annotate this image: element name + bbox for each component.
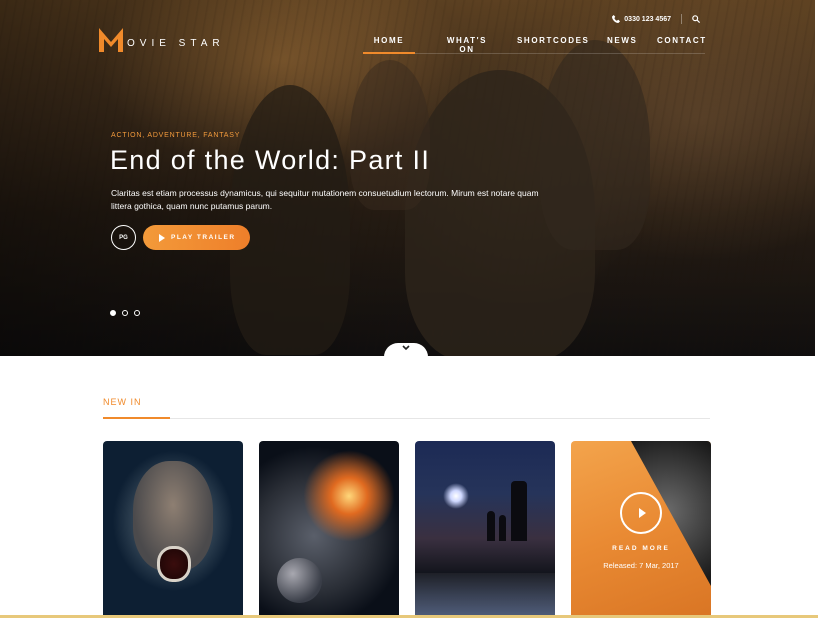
- nav-item-news[interactable]: NEWS: [607, 34, 636, 53]
- movie-card-featured[interactable]: READ MORE Released: 7 Mar, 2017: [571, 441, 711, 618]
- hero-genres[interactable]: ACTION, ADVENTURE, FANTASY: [111, 132, 240, 139]
- rating-badge: PG: [111, 225, 136, 250]
- movie-card-3[interactable]: [415, 441, 555, 618]
- poster-figure-image: [499, 515, 506, 541]
- release-date: Released: 7 Mar, 2017: [603, 561, 679, 570]
- scroll-down-button[interactable]: [384, 343, 428, 357]
- chevron-down-icon: [402, 345, 410, 351]
- play-icon: [159, 233, 165, 242]
- read-more-link[interactable]: READ MORE: [571, 545, 711, 552]
- poster-figure-image: [511, 481, 527, 541]
- brand-name: OVIE STAR: [127, 37, 225, 49]
- search-icon[interactable]: [692, 15, 700, 23]
- play-button[interactable]: [620, 492, 662, 534]
- brand-logo[interactable]: OVIE STAR: [97, 26, 225, 52]
- hero-figure: [230, 85, 350, 355]
- slider-dot-2[interactable]: [122, 310, 128, 316]
- slider-pagination: [110, 310, 146, 316]
- slider-dot-3[interactable]: [134, 310, 140, 316]
- play-trailer-button[interactable]: PLAY TRAILER: [143, 225, 250, 250]
- poster-reflection-image: [415, 573, 555, 618]
- poster-light-image: [443, 483, 469, 509]
- hero-synopsis: Claritas est etiam processus dynamicus, …: [111, 188, 539, 211]
- poster-figure-image: [487, 511, 495, 541]
- logo-mark-icon: [99, 28, 123, 52]
- play-icon: [639, 508, 646, 518]
- topbar-divider: [681, 14, 682, 24]
- hero-title: End of the World: Part II: [110, 145, 431, 175]
- movie-card-1[interactable]: [103, 441, 243, 618]
- hero-figure: [540, 40, 650, 250]
- poster-planet-image: [277, 558, 322, 603]
- phone-number[interactable]: 0330 123 4567: [624, 16, 671, 23]
- nav-item-home[interactable]: HOME: [363, 34, 415, 54]
- phone-icon: [612, 15, 621, 23]
- slider-dot-1[interactable]: [110, 310, 116, 316]
- section-divider: [103, 418, 710, 419]
- poster-mouth-image: [157, 546, 191, 582]
- movie-card-2[interactable]: [259, 441, 399, 618]
- nav-item-shortcodes[interactable]: SHORTCODES: [517, 34, 588, 53]
- play-trailer-label: PLAY TRAILER: [171, 234, 236, 241]
- section-heading-new-in: NEW IN: [103, 397, 142, 407]
- main-nav: HOME WHAT'S ON SHORTCODES NEWS CONTACT: [363, 34, 705, 54]
- section-divider-accent: [103, 417, 170, 419]
- nav-item-contact[interactable]: CONTACT: [657, 34, 705, 53]
- nav-item-whats-on[interactable]: WHAT'S ON: [439, 34, 495, 54]
- top-bar: 0330 123 4567: [612, 14, 700, 24]
